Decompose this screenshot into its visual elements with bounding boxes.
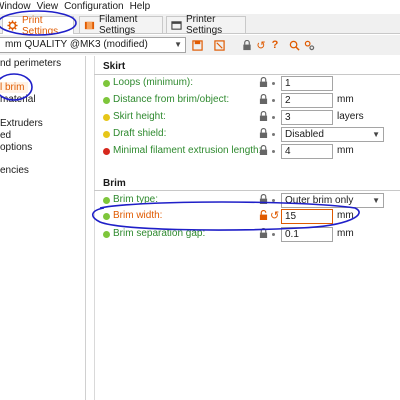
help-icon[interactable]: ? xyxy=(268,38,282,52)
setting-label: Skirt height: xyxy=(113,111,166,122)
tab-filament-settings-label: Filament Settings xyxy=(99,14,138,36)
setting-row-brim-width: Brim width: ↺ 15 mm xyxy=(94,209,400,225)
setting-unit: mm xyxy=(337,228,354,239)
tree-item-output-options[interactable]: options xyxy=(0,142,32,153)
setting-row-draft-shield: Draft shield: Disabled ▼ xyxy=(94,127,400,143)
lock-icon[interactable] xyxy=(259,227,269,240)
gear-icon xyxy=(7,20,18,32)
mode-dot-icon xyxy=(103,197,110,204)
section-divider xyxy=(94,190,400,191)
setting-unit: mm xyxy=(337,94,354,105)
settings-tab-bar: Print Settings Filament Settings Printer… xyxy=(0,14,400,37)
tree-item-skirt-and-brim[interactable]: l brim xyxy=(0,82,29,93)
setting-label: Draft shield: xyxy=(113,128,167,139)
setting-unit: mm xyxy=(337,145,354,156)
chevron-down-icon: ▼ xyxy=(372,130,380,139)
settings-page: Skirt Loops (minimum): 1 Distance from b… xyxy=(94,56,400,400)
setting-label: Brim type: xyxy=(113,194,159,205)
tab-printer-settings[interactable]: Printer Settings xyxy=(166,14,246,36)
lock-icon[interactable] xyxy=(259,144,269,157)
filament-spool-icon xyxy=(84,19,95,31)
lock-icon[interactable] xyxy=(259,110,269,123)
mode-dot-icon xyxy=(103,148,110,155)
draft-shield-select[interactable]: Disabled ▼ xyxy=(281,127,384,142)
reset-bullet-icon[interactable] xyxy=(272,199,275,202)
brim-width-input[interactable]: 15 xyxy=(281,209,333,224)
lock-icon[interactable] xyxy=(259,76,269,89)
lock-icon[interactable] xyxy=(259,93,269,106)
reset-bullet-icon[interactable] xyxy=(272,133,275,136)
lock-icon[interactable] xyxy=(259,193,269,206)
setting-label: Brim width: xyxy=(113,210,163,221)
reset-bullet-icon[interactable] xyxy=(272,116,275,119)
menu-view[interactable]: View xyxy=(34,0,62,14)
setting-row-distance: Distance from brim/object: 2 mm xyxy=(94,93,400,109)
loops-input[interactable]: 1 xyxy=(281,76,333,91)
save-icon[interactable] xyxy=(190,38,204,52)
lock-icon[interactable] xyxy=(240,38,254,52)
tree-item-support-material[interactable]: material xyxy=(0,94,36,105)
undo-arrow-icon[interactable]: ↺ xyxy=(254,38,268,52)
draft-shield-value: Disabled xyxy=(285,129,324,140)
preset-select-value: mm QUALITY @MK3 (modified) xyxy=(5,39,148,50)
setting-label: Distance from brim/object: xyxy=(113,94,230,105)
tree-item-advanced[interactable]: ed xyxy=(0,130,11,141)
menu-bar: Window View Configuration Help xyxy=(0,0,400,14)
tree-item-perimeters[interactable]: nd perimeters xyxy=(0,58,61,69)
compare-icon[interactable] xyxy=(302,38,316,52)
tab-print-settings[interactable]: Print Settings xyxy=(2,14,74,37)
setting-row-skirt-height: Skirt height: 3 layers xyxy=(94,110,400,126)
setting-row-brim-type: Brim type: Outer brim only ▼ xyxy=(94,193,400,209)
setting-label: Minimal filament extrusion length: xyxy=(113,145,262,156)
mode-dot-icon xyxy=(103,80,110,87)
setting-unit: layers xyxy=(337,111,364,122)
section-title-brim: Brim xyxy=(103,178,126,189)
delete-icon[interactable] xyxy=(212,38,226,52)
brim-type-select[interactable]: Outer brim only ▼ xyxy=(281,193,384,208)
mode-dot-icon xyxy=(103,213,110,220)
undo-arrow-icon[interactable]: ↺ xyxy=(270,210,280,222)
mode-dot-icon xyxy=(103,131,110,138)
lock-icon[interactable] xyxy=(259,127,269,140)
skirt-height-input[interactable]: 3 xyxy=(281,110,333,125)
menu-help[interactable]: Help xyxy=(127,0,154,14)
setting-row-loops: Loops (minimum): 1 xyxy=(94,76,400,92)
mode-dot-icon xyxy=(103,231,110,238)
mode-dot-icon xyxy=(103,114,110,121)
tab-print-settings-label: Print Settings xyxy=(22,14,59,37)
brim-gap-input[interactable]: 0.1 xyxy=(281,227,333,242)
settings-tree: nd perimeters l brim material Extruders … xyxy=(0,56,86,400)
setting-label: Brim separation gap: xyxy=(113,228,206,239)
setting-row-brim-gap: Brim separation gap: 0.1 mm xyxy=(94,227,400,243)
setting-label: Loops (minimum): xyxy=(113,77,194,88)
tree-item-dependencies[interactable]: encies xyxy=(0,165,29,176)
tab-filament-settings[interactable]: Filament Settings xyxy=(79,14,163,36)
reset-bullet-icon[interactable] xyxy=(272,99,275,102)
section-title-skirt: Skirt xyxy=(103,61,126,72)
printer-icon xyxy=(171,19,182,31)
unlocked-icon[interactable] xyxy=(259,209,269,222)
menu-configuration[interactable]: Configuration xyxy=(61,0,126,14)
setting-row-min-extrusion: Minimal filament extrusion length: 4 mm xyxy=(94,144,400,160)
section-divider xyxy=(94,74,400,75)
reset-bullet-icon[interactable] xyxy=(272,82,275,85)
tree-item-multiple-extruders[interactable]: Extruders xyxy=(0,118,43,129)
preset-toolbar: mm QUALITY @MK3 (modified) ▼ ↺ ? xyxy=(0,35,400,55)
brim-type-value: Outer brim only xyxy=(285,195,354,206)
preset-select[interactable]: mm QUALITY @MK3 (modified) ▼ xyxy=(0,37,186,53)
setting-unit: mm xyxy=(337,210,354,221)
chevron-down-icon: ▼ xyxy=(174,40,182,49)
reset-bullet-icon[interactable] xyxy=(272,233,275,236)
menu-window[interactable]: Window xyxy=(0,0,34,14)
chevron-down-icon: ▼ xyxy=(372,196,380,205)
search-icon[interactable] xyxy=(287,38,301,52)
tab-printer-settings-label: Printer Settings xyxy=(186,14,223,36)
reset-bullet-icon[interactable] xyxy=(272,150,275,153)
min-extrusion-input[interactable]: 4 xyxy=(281,144,333,159)
mode-dot-icon xyxy=(103,97,110,104)
distance-input[interactable]: 2 xyxy=(281,93,333,108)
